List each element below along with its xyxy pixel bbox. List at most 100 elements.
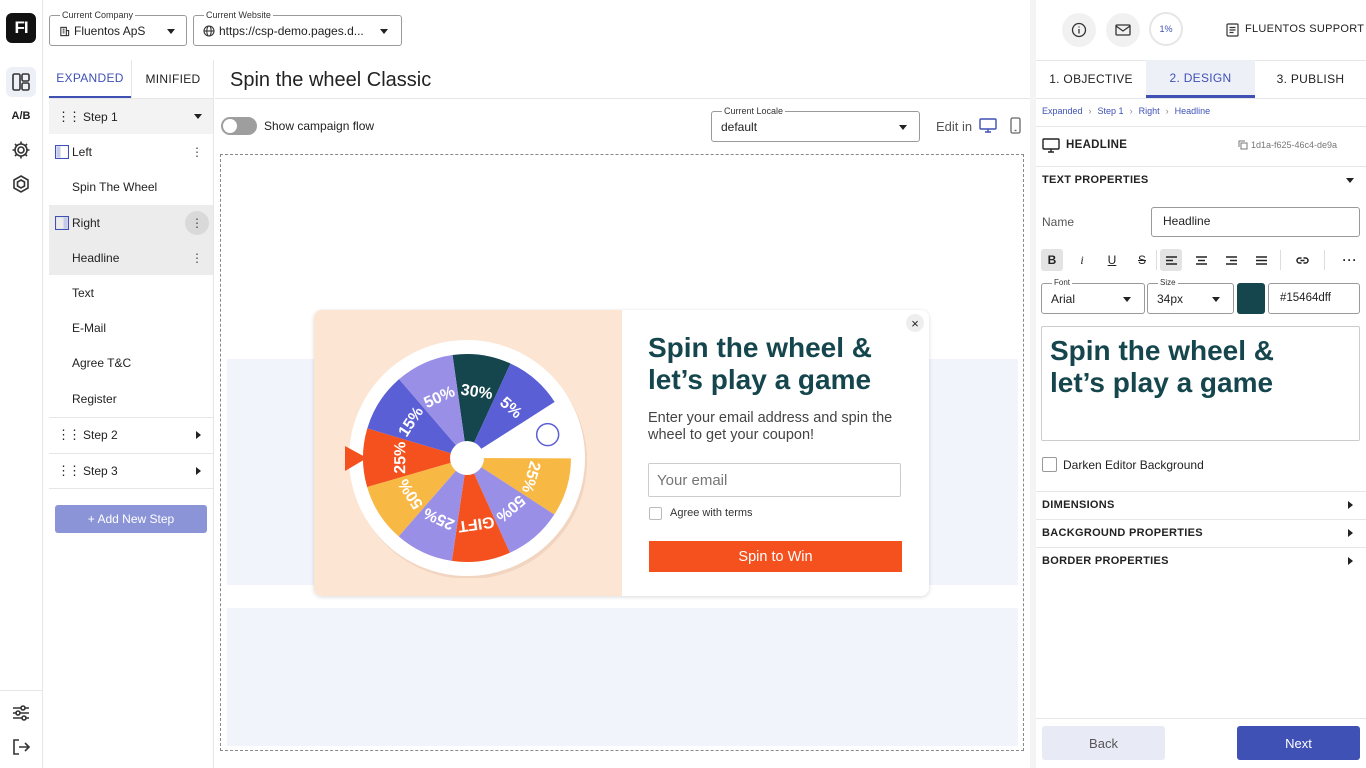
step-3-row[interactable]: ⋮⋮ Step 3 xyxy=(49,453,213,488)
align-center-icon[interactable] xyxy=(1190,249,1212,271)
ab-test-button[interactable]: A/B xyxy=(6,101,36,131)
tree-item-agree-tc[interactable]: Agree T&C xyxy=(49,345,213,380)
canvas-backdrop xyxy=(227,608,1018,746)
campaign-title[interactable]: Spin the wheel Classic xyxy=(230,69,431,92)
support-link[interactable]: FLUENTOS SUPPORT xyxy=(1245,23,1364,35)
color-swatch[interactable] xyxy=(1237,283,1265,314)
chevron-right-icon[interactable] xyxy=(196,467,201,475)
tree-item-label: E-Mail xyxy=(72,320,107,335)
drag-handle-icon[interactable]: ⋮⋮ xyxy=(57,109,81,125)
element-id: 1d1a-f625-46c4-de9a xyxy=(1251,140,1338,150)
gear-icon[interactable] xyxy=(6,135,36,165)
components-icon[interactable] xyxy=(6,169,36,199)
website-select[interactable]: Current Website https://csp-demo.pages.d… xyxy=(193,10,402,46)
more-vertical-icon[interactable]: ⋮ xyxy=(191,251,203,265)
breadcrumb-item[interactable]: Right xyxy=(1139,106,1160,116)
step-2-row[interactable]: ⋮⋮ Step 2 xyxy=(49,417,213,452)
chevron-down-icon xyxy=(380,29,388,34)
spin-wheel[interactable]: 30%5%25%50%GIFT25%50%25%15%50% xyxy=(344,338,590,578)
step-1-row[interactable]: ⋮⋮ Step 1 xyxy=(49,99,213,134)
font-select-value: Arial xyxy=(1051,292,1076,306)
text-properties-header[interactable]: TEXT PROPERTIES xyxy=(1042,174,1149,186)
chevron-down-icon xyxy=(1123,297,1131,302)
copy-icon[interactable] xyxy=(1238,140,1248,150)
locale-select-label: Current Locale xyxy=(722,106,786,116)
spin-to-win-button[interactable]: Spin to Win xyxy=(649,541,902,572)
steps-panel: EXPANDED MINIFIED ⋮⋮ Step 1 Left ⋮ Spin … xyxy=(49,60,214,768)
headline-preview-text[interactable]: Spin the wheel & let’s play a game xyxy=(1050,335,1310,399)
back-button[interactable]: Back xyxy=(1042,726,1165,760)
color-hex-input[interactable]: #15464dff xyxy=(1268,283,1360,314)
align-justify-icon[interactable] xyxy=(1250,249,1272,271)
name-input[interactable]: Headline xyxy=(1151,207,1360,237)
progress-indicator: 1% xyxy=(1149,12,1183,46)
popup-subtext[interactable]: Enter your email address and spin the wh… xyxy=(648,410,898,444)
column-icon xyxy=(55,215,69,230)
tab-design[interactable]: 2. DESIGN xyxy=(1146,60,1255,98)
breadcrumb-item[interactable]: Expanded xyxy=(1042,106,1083,116)
desktop-icon[interactable] xyxy=(979,118,997,134)
chevron-right-icon[interactable] xyxy=(1348,501,1353,509)
chevron-right-icon[interactable] xyxy=(196,431,201,439)
popup-preview[interactable]: 30% 5% 25% 50% GIFT 25% 50% 25% 15% 50% Spin the … xyxy=(314,310,929,596)
app-logo[interactable]: FI xyxy=(6,13,36,43)
font-select[interactable]: Font Arial xyxy=(1041,278,1145,314)
breadcrumb-item[interactable]: Step 1 xyxy=(1098,106,1124,116)
tree-item-left[interactable]: Left ⋮ xyxy=(49,134,213,169)
dimensions-header[interactable]: DIMENSIONS xyxy=(1042,499,1115,511)
tab-objective[interactable]: 1. OBJECTIVE xyxy=(1036,60,1146,98)
sliders-icon[interactable] xyxy=(6,698,36,728)
tree-item-label: Register xyxy=(72,391,117,406)
tree-item-spin-the-wheel[interactable]: Spin The Wheel xyxy=(49,169,213,204)
darken-background-checkbox[interactable] xyxy=(1042,457,1057,472)
link-icon[interactable] xyxy=(1291,249,1313,271)
logout-icon[interactable] xyxy=(6,732,36,762)
chevron-down-icon[interactable] xyxy=(194,114,202,119)
background-properties-header[interactable]: BACKGROUND PROPERTIES xyxy=(1042,527,1203,539)
mobile-icon[interactable] xyxy=(1010,117,1021,134)
tree-item-right[interactable]: Right ⋮ xyxy=(49,205,213,240)
underline-icon[interactable]: U xyxy=(1101,249,1123,271)
headline-text-editor[interactable]: Spin the wheel & let’s play a game xyxy=(1041,326,1360,441)
tab-expanded[interactable]: EXPANDED xyxy=(49,60,131,98)
align-right-icon[interactable] xyxy=(1220,249,1242,271)
chevron-right-icon[interactable] xyxy=(1348,557,1353,565)
more-vertical-icon[interactable]: ⋮ xyxy=(191,145,203,159)
popup-email-input[interactable] xyxy=(648,463,901,497)
tree-item-email[interactable]: E-Mail xyxy=(49,310,213,345)
bold-icon[interactable]: B xyxy=(1041,249,1063,271)
campaign-flow-toggle[interactable] xyxy=(221,117,257,135)
tab-minified[interactable]: MINIFIED xyxy=(131,60,214,98)
more-horizontal-icon[interactable]: ··· xyxy=(1339,249,1361,271)
layout-icon[interactable] xyxy=(6,67,36,97)
next-button[interactable]: Next xyxy=(1237,726,1360,760)
chevron-down-icon[interactable] xyxy=(1346,178,1354,183)
align-left-icon[interactable] xyxy=(1160,249,1182,271)
size-select[interactable]: Size 34px xyxy=(1147,278,1234,314)
drag-handle-icon[interactable]: ⋮⋮ xyxy=(57,427,81,443)
tree-item-text[interactable]: Text xyxy=(49,275,213,310)
italic-icon[interactable]: i xyxy=(1071,249,1093,271)
popup-headline[interactable]: Spin the wheel & let’s play a game xyxy=(648,332,888,396)
popup-close-icon[interactable]: × xyxy=(906,314,924,332)
locale-select[interactable]: Current Locale default xyxy=(711,106,920,142)
chevron-right-icon[interactable] xyxy=(1348,529,1353,537)
strikethrough-icon[interactable]: S xyxy=(1131,249,1153,271)
info-icon[interactable] xyxy=(1062,13,1096,47)
tree-item-label: Agree T&C xyxy=(72,355,132,370)
breadcrumb-item[interactable]: Headline xyxy=(1175,106,1211,116)
mail-icon[interactable] xyxy=(1106,13,1140,47)
add-new-step-button[interactable]: + Add New Step xyxy=(55,505,207,533)
tree-item-register[interactable]: Register xyxy=(49,381,213,416)
tab-publish[interactable]: 3. PUBLISH xyxy=(1255,60,1366,98)
tree-item-headline[interactable]: Headline ⋮ xyxy=(49,240,213,275)
border-properties-header[interactable]: BORDER PROPERTIES xyxy=(1042,555,1169,567)
company-select[interactable]: Current Company Fluentos ApS xyxy=(49,10,187,46)
drag-handle-icon[interactable]: ⋮⋮ xyxy=(57,463,81,479)
column-icon xyxy=(55,144,69,159)
wheel-hub xyxy=(450,441,484,475)
more-vertical-icon[interactable]: ⋮ xyxy=(185,210,209,235)
chevron-down-icon xyxy=(899,125,907,130)
step-2-label: Step 2 xyxy=(83,427,118,442)
terms-checkbox[interactable] xyxy=(649,507,662,520)
